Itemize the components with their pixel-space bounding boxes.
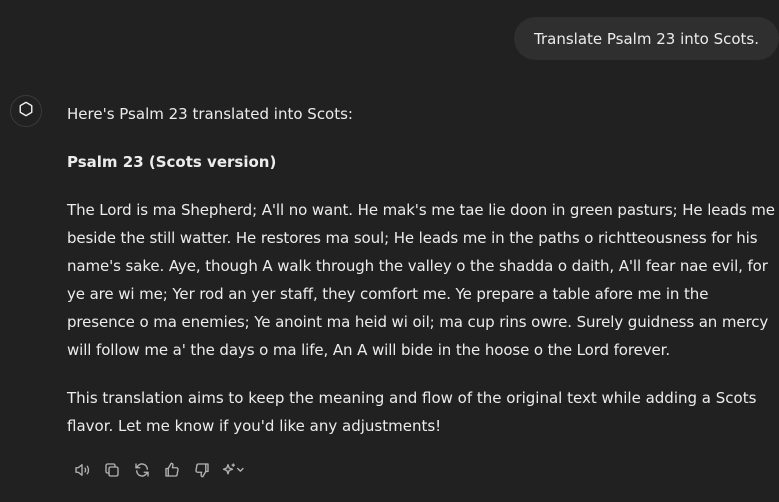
- psalm-heading: Psalm 23 (Scots version): [67, 153, 277, 171]
- assistant-message: Here's Psalm 23 translated into Scots: P…: [67, 100, 779, 440]
- psalm-text: The Lord is ma Shepherd; A'll no want. H…: [67, 201, 775, 359]
- sparkle-model-icon: [221, 461, 247, 479]
- thumbs-down-icon: [193, 461, 211, 479]
- chat-view: Translate Psalm 23 into Scots. Here's Ps…: [0, 0, 779, 502]
- user-message-bubble: Translate Psalm 23 into Scots.: [514, 17, 779, 60]
- thumbs-up-button[interactable]: [157, 458, 187, 482]
- regenerate-icon: [133, 461, 151, 479]
- copy-button[interactable]: [97, 458, 127, 482]
- thumbs-up-icon: [163, 461, 181, 479]
- assistant-avatar: [10, 95, 42, 127]
- openai-logo-icon: [16, 99, 36, 123]
- message-actions: [67, 458, 251, 482]
- read-aloud-button[interactable]: [67, 458, 97, 482]
- thumbs-down-button[interactable]: [187, 458, 217, 482]
- copy-icon: [103, 461, 121, 479]
- assistant-intro: Here's Psalm 23 translated into Scots:: [67, 105, 353, 123]
- read-aloud-icon: [73, 461, 91, 479]
- switch-model-button[interactable]: [217, 458, 251, 482]
- assistant-closing: This translation aims to keep the meanin…: [67, 389, 757, 435]
- user-message-text: Translate Psalm 23 into Scots.: [534, 29, 759, 48]
- regenerate-button[interactable]: [127, 458, 157, 482]
